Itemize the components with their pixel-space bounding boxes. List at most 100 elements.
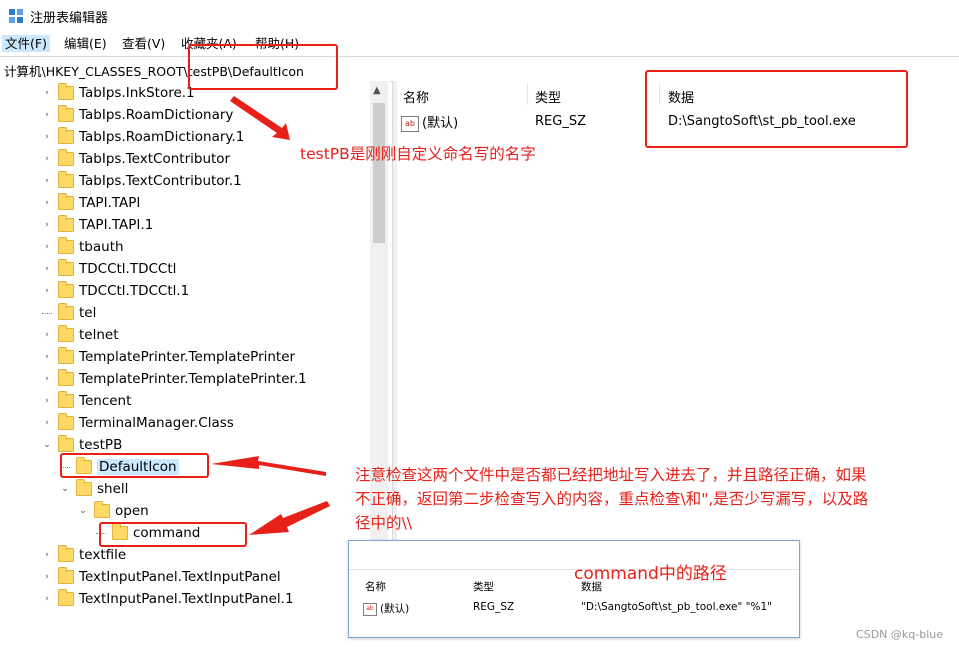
- tree-item[interactable]: › telnet: [42, 324, 119, 346]
- folder-icon: [58, 83, 74, 100]
- expand-chevron-icon[interactable]: ›: [42, 352, 52, 362]
- scroll-thumb[interactable]: [373, 103, 385, 243]
- folder-icon: [58, 303, 74, 320]
- expand-chevron-icon[interactable]: ›: [42, 176, 52, 186]
- inset-value-type: REG_SZ: [473, 601, 515, 613]
- tree-item-label: TDCCtl.TDCCtl.1: [79, 283, 190, 299]
- tree-item[interactable]: › tbauth: [42, 236, 124, 258]
- expand-chevron-icon[interactable]: ›: [42, 572, 52, 582]
- column-header-type[interactable]: 类型: [535, 87, 561, 106]
- expand-chevron-icon[interactable]: ›: [42, 198, 52, 208]
- tree-item[interactable]: ⌄ shell: [60, 478, 128, 500]
- inset-header-type: 类型: [473, 581, 494, 593]
- tree-item-label: TAPI.TAPI: [79, 195, 141, 211]
- tree-item-label: TextInputPanel.TextInputPanel: [79, 569, 281, 585]
- folder-icon: [58, 567, 74, 584]
- tree-item-label: TDCCtl.TDCCtl: [79, 261, 177, 277]
- highlight-address-box: [188, 44, 338, 90]
- tree-item[interactable]: › textfile: [42, 544, 126, 566]
- tree-item-label: shell: [97, 481, 129, 497]
- tree-item[interactable]: › TerminalManager.Class: [42, 412, 234, 434]
- tree-item[interactable]: ⌄ open: [78, 500, 149, 522]
- string-value-icon: ab: [401, 115, 419, 132]
- folder-icon: [94, 501, 110, 518]
- folder-icon: [58, 105, 74, 122]
- tree-item-label: TAPI.TAPI.1: [79, 217, 154, 233]
- highlight-defaulticon-box: [60, 453, 209, 478]
- tree-item[interactable]: › TemplatePrinter.TemplatePrinter.1: [42, 368, 307, 390]
- tree-item[interactable]: › TextInputPanel.TextInputPanel: [42, 566, 281, 588]
- column-separator: [527, 83, 528, 105]
- annotation-check-line-2: 不正确，返回第二步检查写入的内容，重点检查\和",是否少写漏写，以及路: [355, 490, 869, 508]
- collapse-chevron-icon[interactable]: ⌄: [60, 484, 70, 494]
- expand-chevron-icon[interactable]: ›: [42, 330, 52, 340]
- inset-value-data: "D:\SangtoSoft\st_pb_tool.exe" "%1": [581, 601, 772, 613]
- tree-item-label: TextInputPanel.TextInputPanel.1: [79, 591, 294, 607]
- annotation-check-line-1: 注意检查这两个文件中是否都已经把地址写入进去了，并且路径正确，如果: [355, 466, 867, 484]
- menu-edit[interactable]: 编辑(E): [61, 35, 110, 52]
- folder-icon: [58, 127, 74, 144]
- folder-icon: [58, 149, 74, 166]
- tree-item-label: TemplatePrinter.TemplatePrinter.1: [79, 371, 307, 387]
- folder-icon: [58, 413, 74, 430]
- collapse-chevron-icon[interactable]: ⌄: [78, 506, 88, 516]
- registry-editor-icon: [9, 9, 23, 23]
- tree-item-label: tel: [79, 305, 97, 321]
- folder-icon: [58, 369, 74, 386]
- tree-item[interactable]: › TabIps.TextContributor.1: [42, 170, 242, 192]
- tree-item[interactable]: › TDCCtl.TDCCtl.1: [42, 280, 189, 302]
- menu-file[interactable]: 文件(F): [2, 35, 50, 52]
- tree-item[interactable]: › TAPI.TAPI: [42, 192, 140, 214]
- expand-chevron-icon[interactable]: ›: [42, 154, 52, 164]
- highlight-data-box: [645, 70, 908, 148]
- tree-item[interactable]: › Tencent: [42, 390, 131, 412]
- tree-item-label: TemplatePrinter.TemplatePrinter: [79, 349, 296, 365]
- expand-chevron-icon[interactable]: ›: [42, 242, 52, 252]
- expand-chevron-icon[interactable]: ›: [42, 594, 52, 604]
- tree-connector: [42, 312, 52, 314]
- folder-icon: [58, 391, 74, 408]
- expand-chevron-icon[interactable]: ›: [42, 418, 52, 428]
- tree-item-label: TerminalManager.Class: [79, 415, 234, 431]
- inset-string-value-icon: ab: [363, 602, 377, 616]
- tree-item[interactable]: › TabIps.InkStore.1: [42, 82, 195, 104]
- folder-icon: [58, 237, 74, 254]
- tree-item[interactable]: › TabIps.RoamDictionary.1: [42, 126, 244, 148]
- folder-icon: [58, 325, 74, 342]
- folder-icon: [58, 215, 74, 232]
- inset-command-values: command中的路径 名称 类型 数据 ab (默认) REG_SZ "D:\S…: [348, 540, 800, 638]
- tree-item[interactable]: › TemplatePrinter.TemplatePrinter: [42, 346, 295, 368]
- annotation-check-line-3: 径中的\\: [355, 514, 412, 532]
- tree-item[interactable]: › TDCCtl.TDCCtl: [42, 258, 176, 280]
- tree-item-label: TabIps.InkStore.1: [79, 85, 195, 101]
- collapse-chevron-icon[interactable]: ⌄: [42, 440, 52, 450]
- tree-item-label: open: [115, 503, 149, 519]
- tree-item[interactable]: › TabIps.RoamDictionary: [42, 104, 233, 126]
- tree-item[interactable]: › TabIps.TextContributor: [42, 148, 230, 170]
- inset-header-name: 名称: [365, 581, 386, 593]
- tree-item[interactable]: tel: [42, 302, 96, 324]
- folder-icon: [58, 259, 74, 276]
- tree-item[interactable]: › TAPI.TAPI.1: [42, 214, 153, 236]
- tree-item-label: telnet: [79, 327, 119, 343]
- folder-icon: [58, 347, 74, 364]
- menu-view[interactable]: 查看(V): [119, 35, 168, 52]
- expand-chevron-icon[interactable]: ›: [42, 132, 52, 142]
- expand-chevron-icon[interactable]: ›: [42, 110, 52, 120]
- expand-chevron-icon[interactable]: ›: [42, 220, 52, 230]
- expand-chevron-icon[interactable]: ›: [42, 396, 52, 406]
- expand-chevron-icon[interactable]: ›: [42, 88, 52, 98]
- folder-icon: [58, 589, 74, 606]
- expand-chevron-icon[interactable]: ›: [42, 374, 52, 384]
- expand-chevron-icon[interactable]: ›: [42, 286, 52, 296]
- tree-item-label: TabIps.TextContributor.1: [79, 173, 242, 189]
- tree-item[interactable]: › TextInputPanel.TextInputPanel.1: [42, 588, 294, 610]
- scroll-up-icon[interactable]: ▲: [373, 85, 381, 96]
- expand-chevron-icon[interactable]: ›: [42, 550, 52, 560]
- inset-header-data: 数据: [581, 581, 602, 593]
- folder-icon: [58, 281, 74, 298]
- expand-chevron-icon[interactable]: ›: [42, 264, 52, 274]
- window-title: 注册表编辑器: [30, 11, 109, 26]
- column-header-name[interactable]: 名称: [403, 87, 429, 106]
- watermark: CSDN @kq-blue: [856, 628, 943, 641]
